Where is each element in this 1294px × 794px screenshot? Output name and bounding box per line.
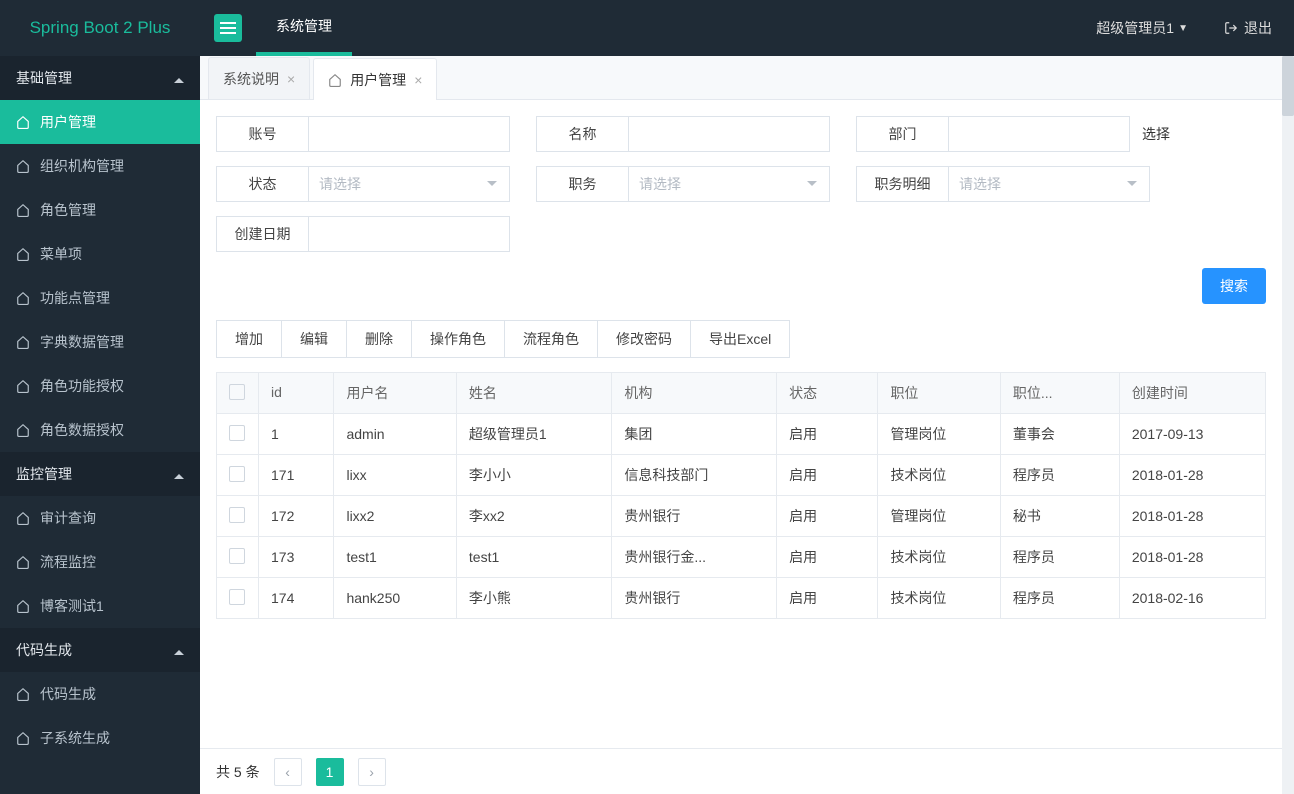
col-header[interactable]: 职位... (1000, 373, 1119, 414)
top-tab-system[interactable]: 系统管理 (256, 0, 352, 56)
sidebar: 基础管理用户管理组织机构管理角色管理菜单项功能点管理字典数据管理角色功能授权角色… (0, 56, 200, 794)
pager: 共 5 条 ‹ 1 › (200, 748, 1282, 794)
home-icon (328, 73, 342, 87)
col-header[interactable]: 状态 (777, 373, 878, 414)
logout-button[interactable]: 退出 (1202, 18, 1294, 38)
search-button[interactable]: 搜索 (1202, 268, 1266, 304)
pager-total: 共 5 条 (216, 762, 260, 782)
sidebar-item[interactable]: 博客测试1 (0, 584, 200, 628)
sidebar-item[interactable]: 用户管理 (0, 100, 200, 144)
sidebar-item[interactable]: 角色功能授权 (0, 364, 200, 408)
toolbar-button[interactable]: 修改密码 (598, 320, 691, 358)
brand: Spring Boot 2 Plus (0, 0, 200, 56)
dept-select-link[interactable]: 选择 (1142, 116, 1170, 152)
col-header[interactable]: 姓名 (456, 373, 611, 414)
close-icon[interactable]: × (414, 59, 422, 101)
dept-input[interactable] (949, 117, 1129, 151)
row-checkbox[interactable] (229, 507, 245, 523)
sidebar-item[interactable]: 字典数据管理 (0, 320, 200, 364)
filter-name: 名称 (536, 116, 830, 152)
col-header[interactable]: id (259, 373, 334, 414)
header: Spring Boot 2 Plus 系统管理 超级管理员1 ▼ 退出 (0, 0, 1294, 56)
table-row[interactable]: 1admin超级管理员1集团启用管理岗位董事会2017-09-13 (217, 414, 1266, 455)
row-checkbox[interactable] (229, 425, 245, 441)
job-select[interactable]: 请选择 (629, 167, 829, 201)
scrollbar[interactable] (1282, 56, 1294, 794)
sidebar-item[interactable]: 功能点管理 (0, 276, 200, 320)
user-menu[interactable]: 超级管理员1 ▼ (1082, 18, 1202, 38)
select-all-checkbox[interactable] (229, 384, 245, 400)
pager-prev[interactable]: ‹ (274, 758, 302, 786)
sidebar-item[interactable]: 代码生成 (0, 672, 200, 716)
col-header[interactable]: 用户名 (334, 373, 456, 414)
name-input[interactable] (629, 117, 829, 151)
sidebar-item[interactable]: 审计查询 (0, 496, 200, 540)
col-header[interactable]: 机构 (612, 373, 777, 414)
toolbar-button[interactable]: 编辑 (282, 320, 347, 358)
table-row[interactable]: 174hank250李小熊贵州银行启用技术岗位程序员2018-02-16 (217, 578, 1266, 619)
content-tab[interactable]: 用户管理× (313, 58, 437, 100)
col-header[interactable]: 职位 (878, 373, 1000, 414)
filter-status: 状态 请选择 (216, 166, 510, 202)
data-table: id用户名姓名机构状态职位职位...创建时间 1admin超级管理员1集团启用管… (216, 372, 1266, 619)
sidebar-group[interactable]: 基础管理 (0, 56, 200, 100)
sidebar-item[interactable]: 菜单项 (0, 232, 200, 276)
sidebar-group[interactable]: 监控管理 (0, 452, 200, 496)
filter-account: 账号 (216, 116, 510, 152)
table-row[interactable]: 172lixx2李xx2贵州银行启用管理岗位秘书2018-01-28 (217, 496, 1266, 537)
row-checkbox[interactable] (229, 466, 245, 482)
create-date-input[interactable] (309, 217, 509, 251)
job-detail-select[interactable]: 请选择 (949, 167, 1149, 201)
filter-dept: 部门 (856, 116, 1130, 152)
sidebar-group[interactable]: 代码生成 (0, 628, 200, 672)
filter-bar: 账号 名称 部门 选择 状态 请选择 (216, 116, 1266, 252)
sidebar-toggle[interactable] (214, 14, 242, 42)
sidebar-item[interactable]: 流程监控 (0, 540, 200, 584)
table-row[interactable]: 171lixx李小小信息科技部门启用技术岗位程序员2018-01-28 (217, 455, 1266, 496)
logout-icon (1224, 21, 1238, 35)
filter-create-date: 创建日期 (216, 216, 510, 252)
toolbar-button[interactable]: 增加 (216, 320, 282, 358)
col-header[interactable]: 创建时间 (1119, 373, 1265, 414)
table-row[interactable]: 173test1test1贵州银行金...启用技术岗位程序员2018-01-28 (217, 537, 1266, 578)
content-tab[interactable]: 系统说明× (208, 57, 310, 99)
sidebar-item[interactable]: 角色管理 (0, 188, 200, 232)
toolbar-button[interactable]: 操作角色 (412, 320, 505, 358)
pager-page-1[interactable]: 1 (316, 758, 344, 786)
sidebar-item[interactable]: 子系统生成 (0, 716, 200, 760)
pager-next[interactable]: › (358, 758, 386, 786)
filter-job: 职务 请选择 (536, 166, 830, 202)
content-tabs: 系统说明×用户管理× (200, 56, 1282, 100)
toolbar: 增加编辑删除操作角色流程角色修改密码导出Excel (216, 320, 1266, 358)
account-input[interactable] (309, 117, 509, 151)
toolbar-button[interactable]: 流程角色 (505, 320, 598, 358)
close-icon[interactable]: × (287, 58, 295, 100)
row-checkbox[interactable] (229, 548, 245, 564)
sidebar-item[interactable]: 组织机构管理 (0, 144, 200, 188)
sidebar-item[interactable]: 角色数据授权 (0, 408, 200, 452)
toolbar-button[interactable]: 导出Excel (691, 320, 790, 358)
main-area: 系统说明×用户管理× 账号 名称 部门 选择 (200, 56, 1282, 794)
filter-job-detail: 职务明细 请选择 (856, 166, 1150, 202)
toolbar-button[interactable]: 删除 (347, 320, 412, 358)
status-select[interactable]: 请选择 (309, 167, 509, 201)
content: 账号 名称 部门 选择 状态 请选择 (200, 100, 1282, 794)
row-checkbox[interactable] (229, 589, 245, 605)
user-name: 超级管理员1 (1096, 18, 1174, 38)
